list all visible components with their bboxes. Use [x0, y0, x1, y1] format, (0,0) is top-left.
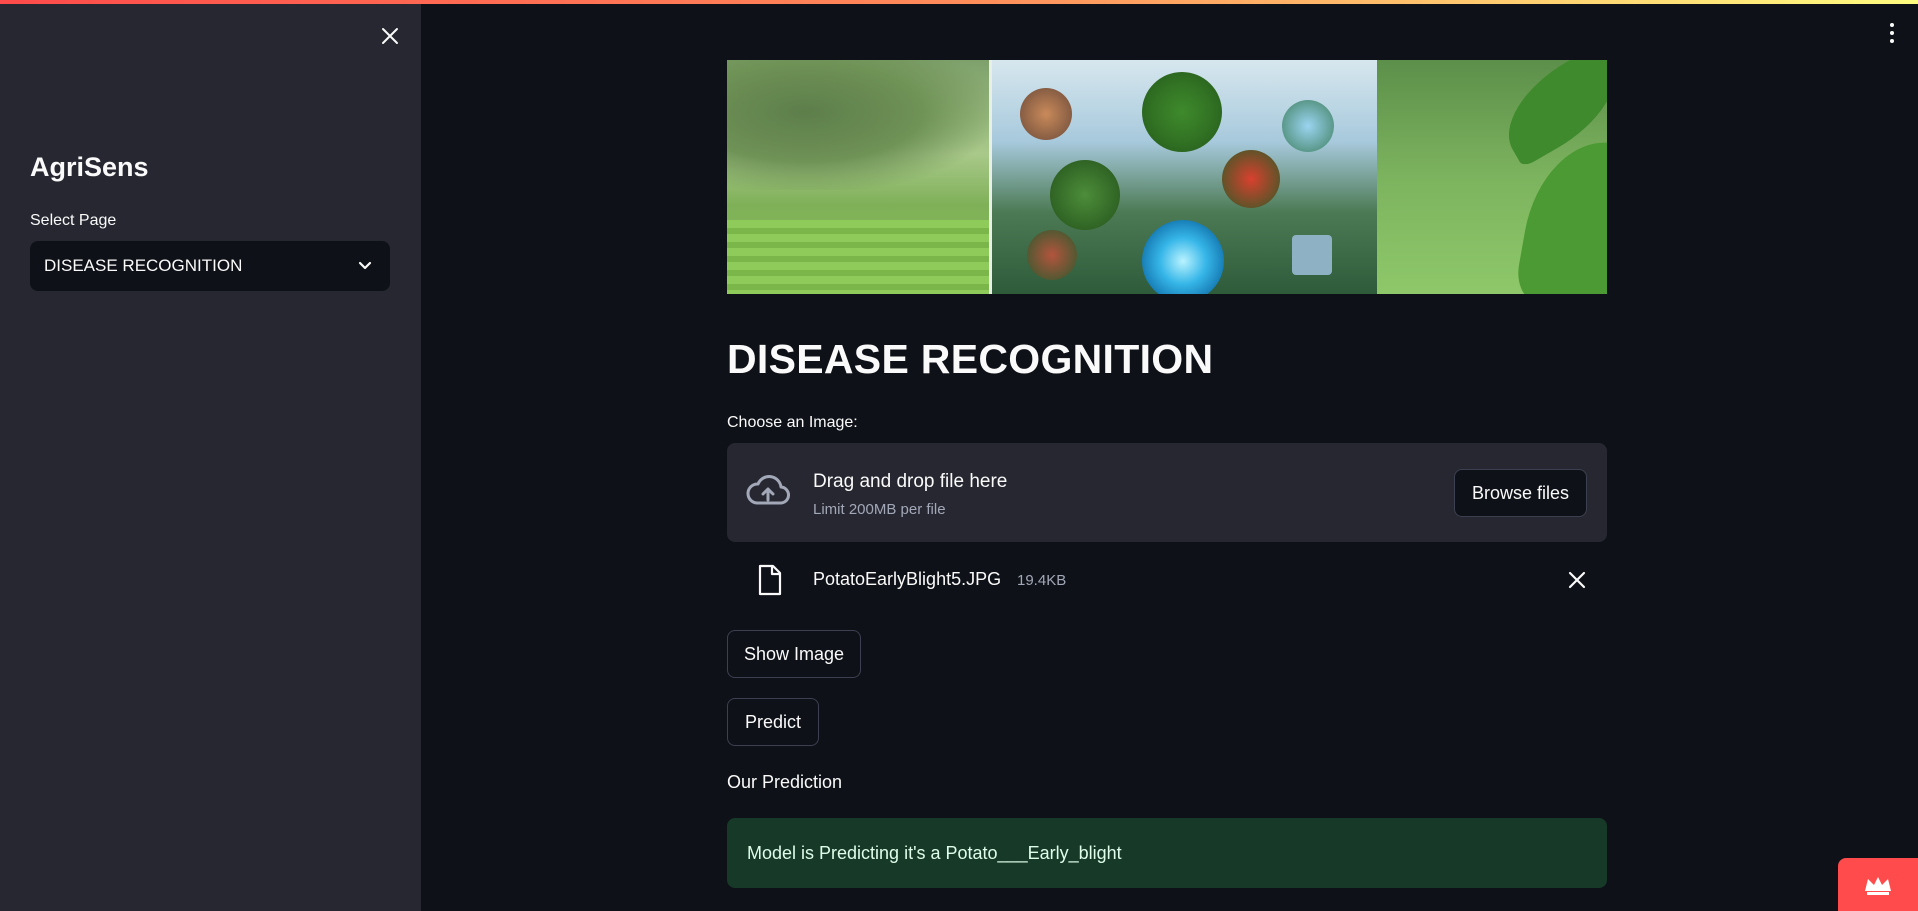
dropzone-limit: Limit 200MB per file: [813, 501, 946, 518]
sidebar-close-button[interactable]: [376, 22, 404, 50]
chevron-down-icon: [358, 261, 372, 270]
crown-icon: [1865, 876, 1891, 895]
uploaded-file-name: PotatoEarlyBlight5.JPG: [813, 569, 1002, 589]
dropzone-title: Drag and drop file here: [813, 471, 1008, 492]
top-decoration-bar: [0, 0, 1918, 4]
file-dropzone[interactable]: Drag and drop file here Limit 200MB per …: [727, 443, 1607, 542]
main-menu-button[interactable]: [1884, 20, 1900, 46]
select-page-label: Select Page: [30, 212, 117, 229]
kebab-menu-icon: [1890, 23, 1894, 27]
uploader-label: Choose an Image:: [727, 414, 858, 431]
banner-image: [727, 60, 1607, 294]
predict-button[interactable]: Predict: [727, 698, 819, 746]
show-image-button[interactable]: Show Image: [727, 630, 861, 678]
prediction-heading: Our Prediction: [727, 772, 843, 792]
app-title: AgriSens: [30, 152, 149, 182]
cloud-upload-icon: [746, 475, 790, 505]
close-icon: [382, 28, 398, 44]
prediction-result-text: Model is Predicting it's a Potato___Earl…: [747, 842, 1122, 863]
browse-files-button[interactable]: Browse files: [1454, 469, 1587, 517]
prediction-result-alert: Model is Predicting it's a Potato___Earl…: [727, 818, 1607, 888]
page-select[interactable]: DISEASE RECOGNITION: [30, 241, 390, 291]
file-icon: [758, 564, 782, 596]
uploaded-file-size: 19.4KB: [1017, 572, 1067, 589]
page-select-value: DISEASE RECOGNITION: [44, 256, 243, 275]
page-title: DISEASE RECOGNITION: [727, 336, 1214, 382]
main-content: DISEASE RECOGNITION Choose an Image: Dra…: [727, 0, 1607, 911]
close-icon[interactable]: [1565, 568, 1589, 592]
sidebar: AgriSens Select Page DISEASE RECOGNITION: [0, 0, 421, 911]
streamlit-badge[interactable]: [1838, 858, 1918, 911]
uploaded-file-row: PotatoEarlyBlight5.JPG 19.4KB: [727, 560, 1607, 600]
